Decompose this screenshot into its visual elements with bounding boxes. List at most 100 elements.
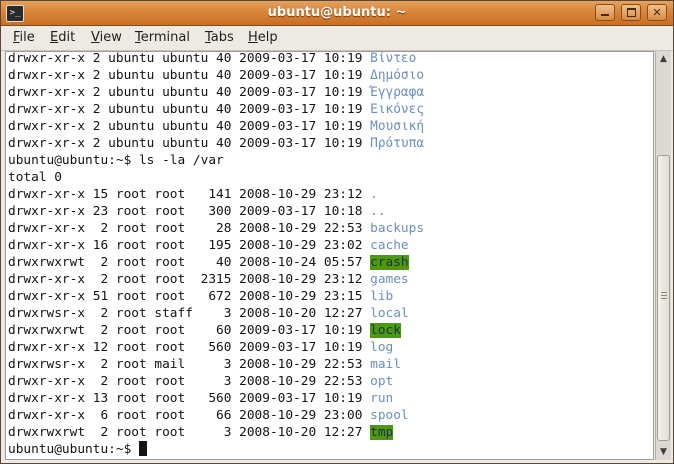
menu-file-label: ile (19, 30, 35, 45)
listing-attributes: drwxr-xr-x 15 root root 141 2008-10-29 2… (8, 187, 371, 202)
listing-attributes: drwxr-xr-x 2 root root 3 2008-10-29 22:5… (8, 374, 371, 389)
listing-attributes: drwxr-xr-x 2 root root 28 2008-10-29 22:… (8, 221, 371, 236)
minimize-icon (601, 14, 609, 16)
directory-name: lock (370, 323, 401, 338)
terminal-line: drwxr-xr-x 51 root root 672 2008-10-29 2… (8, 288, 424, 305)
thumb-grip (661, 295, 667, 296)
window-title: ubuntu@ubuntu: ~ (267, 5, 407, 20)
scrollbar-thumb[interactable] (657, 155, 670, 441)
minimize-button[interactable] (595, 4, 615, 21)
menu-edit-mnemonic: E (50, 30, 59, 45)
terminal-line: drwxrwxrwt 2 root root 3 2008-10-20 12:2… (8, 424, 424, 441)
terminal-line: drwxrwsr-x 2 root mail 3 2008-10-29 22:5… (8, 356, 424, 373)
terminal-line: drwxr-xr-x 6 root root 66 2008-10-29 23:… (8, 407, 424, 424)
terminal-line: drwxr-xr-x 2 root root 3 2008-10-29 22:5… (8, 373, 424, 390)
terminal-line: drwxr-xr-x 2 ubuntu ubuntu 40 2009-03-17… (8, 67, 424, 84)
terminal-line: drwxr-xr-x 2 ubuntu ubuntu 40 2009-03-17… (8, 135, 424, 152)
directory-name: Εικόνες (370, 102, 425, 117)
menu-edit-label: dit (58, 30, 76, 45)
directory-name: tmp (370, 425, 394, 440)
terminal-window: >_ ubuntu@ubuntu: ~ ✕ File Edit View Ter… (0, 0, 674, 464)
thumb-grip (661, 298, 667, 299)
text-cursor (138, 441, 147, 456)
listing-attributes: drwxrwsr-x 2 root staff 3 2008-10-20 12:… (8, 306, 371, 321)
listing-attributes: drwxr-xr-x 2 ubuntu ubuntu 40 2009-03-17… (8, 68, 371, 83)
directory-name: local (370, 306, 409, 321)
directory-name: mail (370, 357, 401, 372)
terminal-line: drwxr-xr-x 15 root root 141 2008-10-29 2… (8, 186, 424, 203)
scroll-up-icon[interactable]: ▲ (657, 52, 670, 66)
thumb-grip (661, 292, 667, 293)
listing-attributes: drwxr-xr-x 2 ubuntu ubuntu 40 2009-03-17… (8, 85, 371, 100)
directory-name: Έγγραφα (370, 85, 425, 100)
menu-view-label: iew (99, 30, 122, 45)
title-bar[interactable]: >_ ubuntu@ubuntu: ~ ✕ (1, 1, 673, 26)
listing-attributes: drwxr-xr-x 2 ubuntu ubuntu 40 2009-03-17… (8, 102, 371, 117)
terminal-line: total 0 (8, 169, 424, 186)
terminal-line: ubuntu@ubuntu:~$ (8, 441, 424, 458)
terminal-line: drwxr-xr-x 2 root root 2315 2008-10-29 2… (8, 271, 424, 288)
directory-name: Μουσική (370, 119, 425, 134)
vertical-scrollbar[interactable]: ▲ ▼ (655, 51, 671, 460)
terminal-line: drwxr-xr-x 13 root root 560 2009-03-17 1… (8, 390, 424, 407)
menu-help[interactable]: Help (248, 26, 278, 50)
listing-attributes: drwxrwxrwt 2 root root 3 2008-10-20 12:2… (8, 425, 371, 440)
maximize-button[interactable] (621, 4, 641, 21)
terminal-line: drwxr-xr-x 16 root root 195 2008-10-29 2… (8, 237, 424, 254)
directory-name: spool (370, 408, 409, 423)
listing-attributes: drwxr-xr-x 16 root root 195 2008-10-29 2… (8, 238, 371, 253)
directory-name: Πρότυπα (370, 136, 425, 151)
terminal-line: drwxr-xr-x 12 root root 560 2009-03-17 1… (8, 339, 424, 356)
directory-name: cache (370, 238, 409, 253)
terminal-line: drwxrwxrwt 2 root root 40 2008-10-24 05:… (8, 254, 424, 271)
directory-name: . (370, 187, 378, 202)
listing-attributes: drwxrwxrwt 2 root root 40 2008-10-24 05:… (8, 255, 371, 270)
directory-name: run (370, 391, 394, 406)
menu-edit[interactable]: Edit (50, 26, 75, 50)
directory-name: crash (370, 255, 409, 270)
directory-name: lib (370, 289, 394, 304)
directory-name: log (370, 340, 394, 355)
menu-tabs[interactable]: Tabs (205, 26, 234, 50)
terminal-lines: drwxr-xr-x 2 ubuntu ubuntu 40 2009-03-17… (8, 51, 425, 458)
listing-attributes: drwxr-xr-x 2 root root 2315 2008-10-29 2… (8, 272, 371, 287)
menu-view-mnemonic: V (91, 30, 100, 45)
listing-attributes: drwxrwxrwt 2 root root 60 2009-03-17 10:… (8, 323, 371, 338)
listing-attributes: drwxr-xr-x 12 root root 560 2009-03-17 1… (8, 340, 371, 355)
listing-attributes: drwxr-xr-x 23 root root 300 2009-03-17 1… (8, 204, 371, 219)
terminal-output[interactable]: drwxr-xr-x 2 ubuntu ubuntu 40 2009-03-17… (5, 51, 654, 460)
terminal-line: drwxr-xr-x 2 root root 28 2008-10-29 22:… (8, 220, 424, 237)
menu-help-label: elp (257, 30, 278, 45)
terminal-text: total 0 (8, 170, 62, 185)
menu-view[interactable]: View (91, 26, 122, 50)
terminal-line: ubuntu@ubuntu:~$ ls -la /var (8, 152, 424, 169)
directory-name: games (370, 272, 409, 287)
close-button[interactable]: ✕ (647, 4, 667, 21)
terminal-text: ubuntu@ubuntu:~$ ls -la /var (8, 153, 224, 168)
scroll-down-icon[interactable]: ▼ (657, 445, 670, 459)
directory-name: Βίντεο (370, 51, 417, 66)
terminal-line: drwxr-xr-x 2 ubuntu ubuntu 40 2009-03-17… (8, 101, 424, 118)
directory-name: .. (370, 204, 386, 219)
listing-attributes: drwxr-xr-x 13 root root 560 2009-03-17 1… (8, 391, 371, 406)
directory-name: opt (370, 374, 394, 389)
terminal-line: drwxr-xr-x 2 ubuntu ubuntu 40 2009-03-17… (8, 51, 424, 67)
directory-name: Δημόσιο (370, 68, 425, 83)
listing-attributes: drwxr-xr-x 6 root root 66 2008-10-29 23:… (8, 408, 371, 423)
menu-bar: File Edit View Terminal Tabs Help (1, 26, 673, 51)
terminal-line: drwxrwxrwt 2 root root 60 2009-03-17 10:… (8, 322, 424, 339)
listing-attributes: drwxr-xr-x 2 ubuntu ubuntu 40 2009-03-17… (8, 136, 371, 151)
close-icon: ✕ (652, 6, 662, 19)
menu-help-mnemonic: H (248, 30, 258, 45)
listing-attributes: drwxr-xr-x 2 ubuntu ubuntu 40 2009-03-17… (8, 119, 371, 134)
menu-file[interactable]: File (13, 26, 35, 50)
listing-attributes: drwxr-xr-x 51 root root 672 2008-10-29 2… (8, 289, 371, 304)
directory-name: backups (370, 221, 425, 236)
terminal-line: drwxrwsr-x 2 root staff 3 2008-10-20 12:… (8, 305, 424, 322)
terminal-line: drwxr-xr-x 23 root root 300 2009-03-17 1… (8, 203, 424, 220)
menu-terminal[interactable]: Terminal (135, 26, 190, 50)
listing-attributes: drwxrwsr-x 2 root mail 3 2008-10-29 22:5… (8, 357, 371, 372)
menu-tabs-label: abs (210, 30, 234, 45)
terminal-line: drwxr-xr-x 2 ubuntu ubuntu 40 2009-03-17… (8, 118, 424, 135)
listing-attributes: drwxr-xr-x 2 ubuntu ubuntu 40 2009-03-17… (8, 51, 371, 66)
